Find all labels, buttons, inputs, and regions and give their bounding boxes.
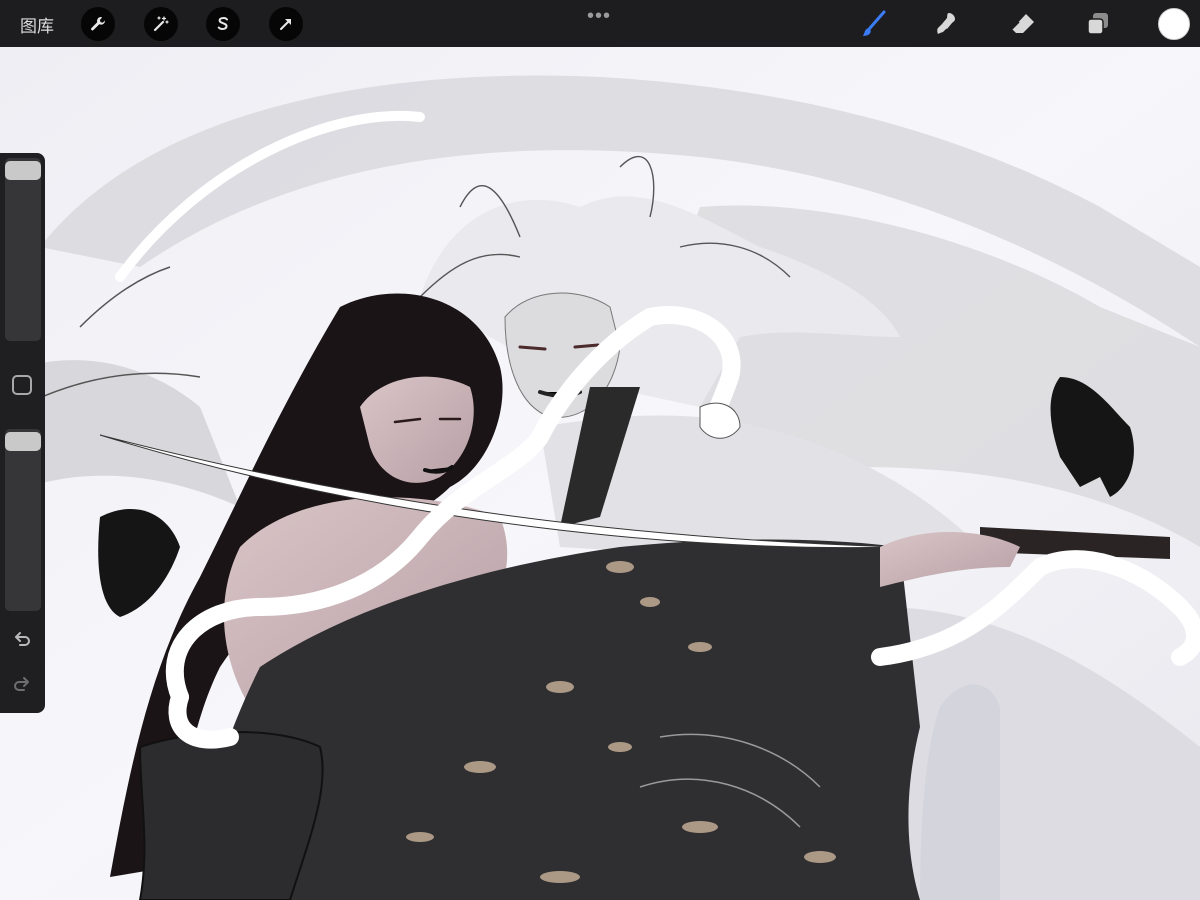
brush-icon[interactable] (855, 6, 891, 42)
more-options-button[interactable]: ••• (587, 5, 611, 28)
layers-icon[interactable] (1080, 6, 1116, 42)
selection-s-icon[interactable] (206, 7, 240, 41)
redo-arrow-icon[interactable] (11, 674, 33, 696)
undo-arrow-icon[interactable] (11, 629, 33, 651)
top-toolbar: 图库 ••• (0, 0, 1200, 47)
smudge-icon[interactable] (929, 6, 965, 42)
wrench-icon[interactable] (81, 7, 115, 41)
artwork (0, 47, 1200, 900)
brush-sidebar (0, 153, 45, 713)
eraser-icon[interactable] (1005, 6, 1041, 42)
magic-wand-icon[interactable] (144, 7, 178, 41)
arrow-cursor-icon[interactable] (269, 7, 303, 41)
opacity-knob[interactable] (5, 432, 41, 451)
drawing-canvas[interactable] (0, 47, 1200, 900)
opacity-slider[interactable] (5, 429, 41, 611)
gallery-button[interactable]: 图库 (20, 12, 54, 37)
modify-button[interactable] (12, 375, 32, 395)
brush-size-knob[interactable] (5, 161, 41, 180)
color-picker-button[interactable] (1158, 8, 1190, 40)
brush-size-slider[interactable] (5, 158, 41, 341)
